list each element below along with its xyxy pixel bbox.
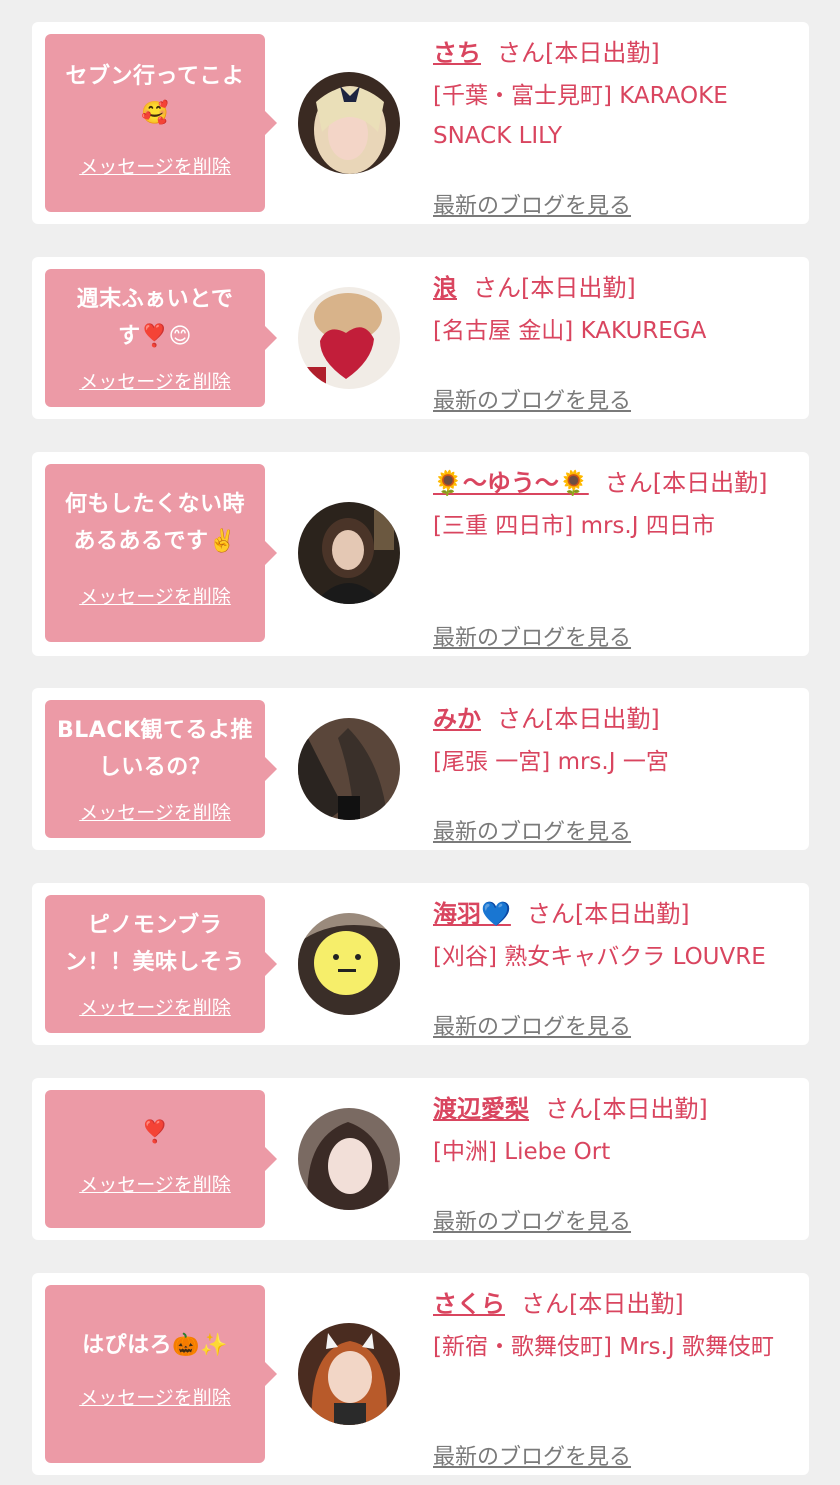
status-text: さん[本日出勤] [521,1290,684,1318]
shop-text: [千葉・富士見町] KARAOKE SNACK LILY [433,83,728,149]
member-name-link[interactable]: みか [433,705,481,733]
message-text: 週末ふぁいとです❣️😊 [76,287,234,349]
delete-message-link[interactable]: メッセージを削除 [45,993,265,1020]
delete-message-link[interactable]: メッセージを削除 [45,1383,265,1410]
status-text: さん[本日出勤] [526,900,690,928]
avatar[interactable] [298,1323,400,1425]
profile-info: 🌻〜ゆう〜🌻 さん[本日出勤] [三重 四日市] mrs.J 四日市 最新のブログ… [433,464,803,651]
message-bubble: ピノモンブラン！！美味しそう メッセージを削除 [45,895,277,1033]
member-name-link[interactable]: さくら [433,1290,505,1318]
latest-blog-link[interactable]: 最新のブログを見る [433,1009,631,1041]
profile-info: 渡辺愛梨 さん[本日出勤] [中洲] Liebe Ort 最新のブログを見る [433,1090,803,1235]
list-item: 何もしたくない時あるあるです✌️ メッセージを削除 🌻〜ゆう〜🌻 さん[本日出勤]… [32,452,809,656]
avatar[interactable] [298,287,400,389]
status-text: さん[本日出勤] [545,1095,708,1123]
shop-text: [中洲] Liebe Ort [433,1139,611,1165]
message-text: ピノモンブラン！！美味しそう [64,913,245,975]
message-text: 何もしたくない時あるあるです✌️ [64,492,245,554]
message-bubble: はぴはろ🎃✨ メッセージを削除 [45,1285,277,1463]
name-line: さくら さん[本日出勤] [433,1285,803,1323]
shop-text: [名古屋 金山] KAKUREGA [433,318,707,344]
shop-text: [尾張 一宮] mrs.J 一宮 [433,749,669,775]
status-text: さん[本日出勤] [497,705,660,733]
latest-blog-link[interactable]: 最新のブログを見る [433,1204,631,1236]
delete-message-link[interactable]: メッセージを削除 [45,1170,265,1197]
message-bubble: 何もしたくない時あるあるです✌️ メッセージを削除 [45,464,277,642]
name-line: みか さん[本日出勤] [433,700,803,738]
name-line: 海羽💙 さん[本日出勤] [433,895,803,933]
list-item: はぴはろ🎃✨ メッセージを削除 さくら さん[本日出勤] [新宿・歌舞伎町] Mr… [32,1273,809,1475]
shop-text: [三重 四日市] mrs.J 四日市 [433,513,715,539]
message-list: セブン行ってこよ🥰 メッセージを削除 さち さん[本日出勤] [千葉・富士見町] … [0,0,840,1485]
member-name-link[interactable]: さち [433,39,481,67]
list-item: ピノモンブラン！！美味しそう メッセージを削除 海羽💙 さん[本日出勤] [刈谷]… [32,883,809,1045]
message-text: はぴはろ🎃✨ [82,1333,228,1358]
delete-message-link[interactable]: メッセージを削除 [45,367,265,394]
latest-blog-link[interactable]: 最新のブログを見る [433,814,631,846]
shop-text: [刈谷] 熟女キャバクラ LOUVRE [433,944,766,970]
latest-blog-link[interactable]: 最新のブログを見る [433,1439,631,1471]
member-name-link[interactable]: 海羽💙 [433,900,511,928]
name-line: さち さん[本日出勤] [433,34,803,72]
shop-text: [新宿・歌舞伎町] Mrs.J 歌舞伎町 [433,1334,774,1360]
status-text: さん[本日出勤] [497,39,660,67]
member-name-link[interactable]: 浪 [433,274,457,302]
status-text: さん[本日出勤] [604,469,768,497]
member-name-link[interactable]: 🌻〜ゆう〜🌻 [433,469,589,497]
avatar[interactable] [298,502,400,604]
status-text: さん[本日出勤] [473,274,636,302]
latest-blog-link[interactable]: 最新のブログを見る [433,383,631,415]
message-bubble: BLACK観てるよ推しいるの？ メッセージを削除 [45,700,277,838]
profile-info: さくら さん[本日出勤] [新宿・歌舞伎町] Mrs.J 歌舞伎町 最新のブログを… [433,1285,803,1470]
message-bubble: セブン行ってこよ🥰 メッセージを削除 [45,34,277,212]
profile-info: 海羽💙 さん[本日出勤] [刈谷] 熟女キャバクラ LOUVRE 最新のブログを見… [433,895,803,1040]
latest-blog-link[interactable]: 最新のブログを見る [433,620,631,652]
member-name-link[interactable]: 渡辺愛梨 [433,1095,529,1123]
name-line: 渡辺愛梨 さん[本日出勤] [433,1090,803,1128]
message-text: BLACK観てるよ推しいるの？ [57,718,254,780]
message-bubble: 週末ふぁいとです❣️😊 メッセージを削除 [45,269,277,407]
delete-message-link[interactable]: メッセージを削除 [45,152,265,179]
delete-message-link[interactable]: メッセージを削除 [45,798,265,825]
avatar[interactable] [298,1108,400,1210]
message-bubble: ❣️ メッセージを削除 [45,1090,277,1228]
name-line: 浪さん[本日出勤] [433,269,803,307]
list-item: ❣️ メッセージを削除 渡辺愛梨 さん[本日出勤] [中洲] Liebe Ort … [32,1078,809,1240]
list-item: 週末ふぁいとです❣️😊 メッセージを削除 浪さん[本日出勤] [名古屋 金山] … [32,257,809,419]
profile-info: 浪さん[本日出勤] [名古屋 金山] KAKUREGA 最新のブログを見る [433,269,803,414]
list-item: セブン行ってこよ🥰 メッセージを削除 さち さん[本日出勤] [千葉・富士見町] … [32,22,809,224]
profile-info: みか さん[本日出勤] [尾張 一宮] mrs.J 一宮 最新のブログを見る [433,700,803,845]
name-line: 🌻〜ゆう〜🌻 さん[本日出勤] [433,464,803,502]
latest-blog-link[interactable]: 最新のブログを見る [433,188,631,220]
avatar[interactable] [298,913,400,1015]
message-text: ❣️ [141,1120,169,1145]
message-text: セブン行ってこよ🥰 [65,64,245,126]
delete-message-link[interactable]: メッセージを削除 [45,582,265,609]
avatar[interactable] [298,718,400,820]
list-item: BLACK観てるよ推しいるの？ メッセージを削除 みか さん[本日出勤] [尾張 … [32,688,809,850]
avatar[interactable] [298,72,400,174]
profile-info: さち さん[本日出勤] [千葉・富士見町] KARAOKE SNACK LILY … [433,34,803,219]
